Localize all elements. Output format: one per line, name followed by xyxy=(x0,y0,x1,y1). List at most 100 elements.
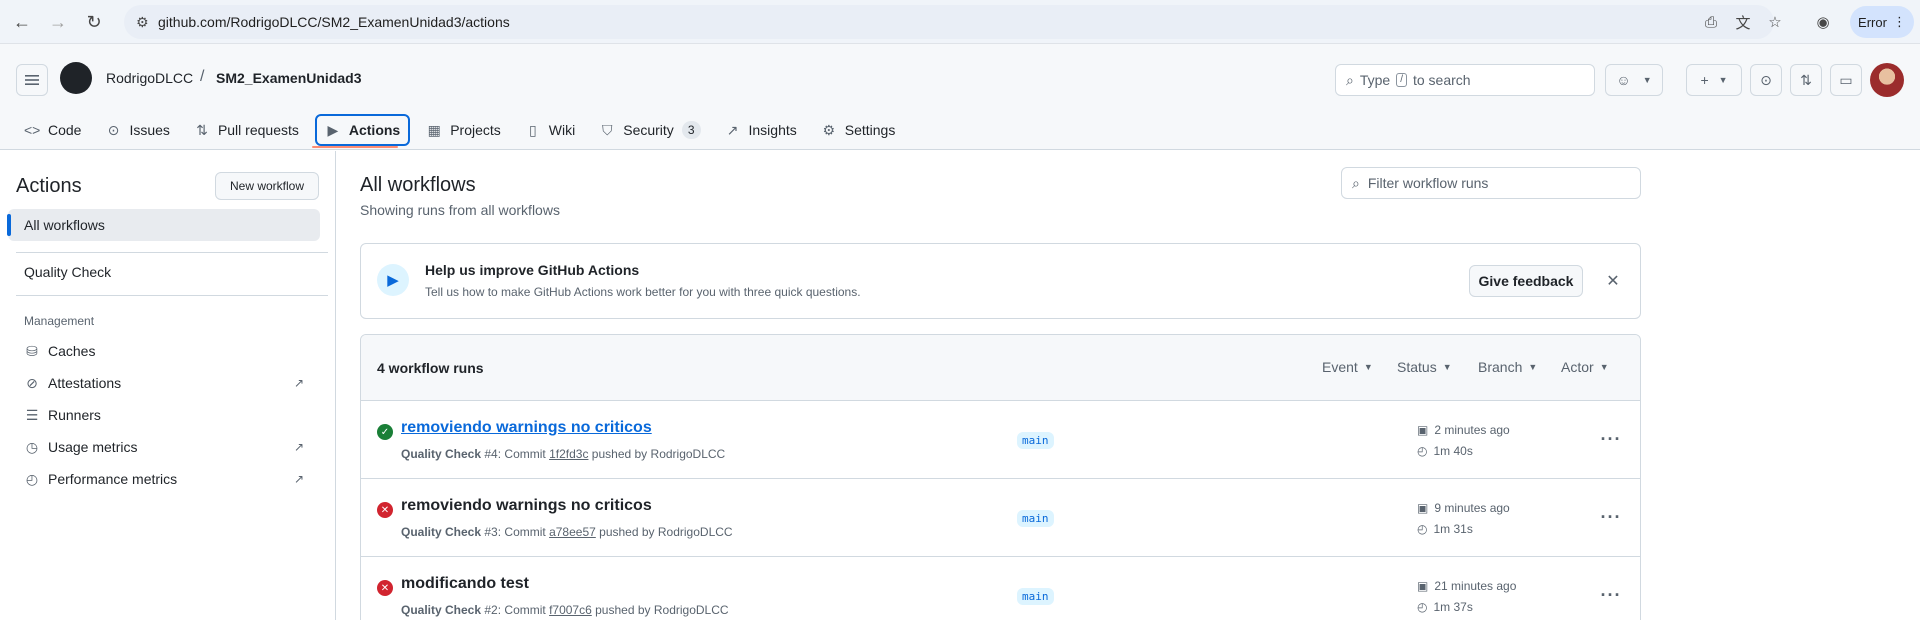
issues-header-icon[interactable]: ⊙ xyxy=(1750,64,1782,96)
breadcrumb-repo[interactable]: SM2_ExamenUnidad3 xyxy=(216,70,362,86)
run-title-link[interactable]: removiendo warnings no criticos xyxy=(401,497,652,515)
branch-badge[interactable]: main xyxy=(1017,588,1054,605)
run-author[interactable]: RodrigoDLCC xyxy=(658,525,733,539)
run-title-link[interactable]: modificando test xyxy=(401,575,529,593)
pull-requests-header-icon[interactable]: ⇅ xyxy=(1790,64,1822,96)
tab-actions[interactable]: ▶ Actions xyxy=(314,114,411,146)
play-icon: ▶ xyxy=(377,264,409,296)
sidebar-item-runners[interactable]: ☰ Runners xyxy=(8,399,320,431)
install-app-icon[interactable]: ⎙ xyxy=(1700,11,1722,33)
commit-sha-link[interactable]: 1f2fd3c xyxy=(549,447,588,461)
search-input[interactable]: ⌕ Type / to search xyxy=(1335,64,1595,96)
table-row[interactable]: ✕ modificando test Quality Check #2: Com… xyxy=(361,557,1640,620)
run-timestamp: ▣ 9 minutes ago xyxy=(1417,501,1510,515)
copilot-button[interactable]: ☺ ▼ xyxy=(1605,64,1663,96)
github-logo-icon[interactable] xyxy=(60,62,92,94)
bookmark-star-icon[interactable]: ☆ xyxy=(1764,11,1786,33)
calendar-icon: ▣ xyxy=(1417,423,1429,437)
run-timestamp: ▣ 21 minutes ago xyxy=(1417,579,1516,593)
table-row[interactable]: ✕ removiendo warnings no criticos Qualit… xyxy=(361,479,1640,557)
shield-icon: ⛉ xyxy=(601,121,613,138)
tab-settings[interactable]: ⚙ Settings xyxy=(813,114,904,146)
inbox-icon[interactable]: ▭ xyxy=(1830,64,1862,96)
tab-label: Pull requests xyxy=(217,122,299,138)
filter-status[interactable]: Status ▼ xyxy=(1397,359,1452,375)
branch-badge[interactable]: main xyxy=(1017,510,1054,527)
run-duration: ◴ 1m 37s xyxy=(1417,600,1473,614)
sidebar-item-usage-metrics[interactable]: ◷ Usage metrics ↗ xyxy=(8,431,320,463)
sidebar-item-label: Caches xyxy=(48,343,96,359)
page-title: All workflows xyxy=(360,174,476,196)
translate-icon[interactable]: 文 xyxy=(1732,11,1754,33)
tab-label: Projects xyxy=(450,122,501,138)
sidebar-item-all-workflows[interactable]: All workflows xyxy=(7,209,320,241)
address-bar[interactable]: ⚙ github.com/RodrigoDLCC/SM2_ExamenUnida… xyxy=(124,5,1774,39)
table-row[interactable]: ✓ removiendo warnings no criticos Qualit… xyxy=(361,401,1640,479)
commit-label: : Commit xyxy=(497,447,546,461)
tab-security[interactable]: ⛉ Security 3 xyxy=(591,114,708,146)
profile-error-button[interactable]: Error ⋮ xyxy=(1850,6,1914,38)
search-icon: ⌕ xyxy=(1352,174,1360,191)
external-link-icon: ↗ xyxy=(293,440,304,454)
back-arrow-icon[interactable]: ← xyxy=(10,10,34,34)
filter-event[interactable]: Event ▼ xyxy=(1322,359,1373,375)
breadcrumb-separator: / xyxy=(200,68,205,85)
filter-label: Event xyxy=(1322,359,1358,375)
kebab-menu-icon[interactable]: ··· xyxy=(1597,425,1625,453)
active-tab-underline xyxy=(312,146,398,148)
account-icon[interactable]: ◉ xyxy=(1812,11,1834,33)
reload-icon[interactable]: ↻ xyxy=(82,10,106,34)
filter-label: Actor xyxy=(1561,359,1594,375)
forward-arrow-icon[interactable]: → xyxy=(46,10,70,34)
new-workflow-button[interactable]: New workflow xyxy=(215,172,319,200)
close-icon[interactable]: ✕ xyxy=(1603,271,1623,291)
kebab-menu-icon[interactable]: ··· xyxy=(1597,581,1625,609)
sidebar-item-caches[interactable]: ⛁ Caches xyxy=(8,335,320,367)
breadcrumb-owner[interactable]: RodrigoDLCC xyxy=(106,70,193,86)
branch-badge[interactable]: main xyxy=(1017,432,1054,449)
filter-actor[interactable]: Actor ▼ xyxy=(1561,359,1609,375)
give-feedback-button[interactable]: Give feedback xyxy=(1469,265,1583,297)
run-meta: Quality Check #4: Commit 1f2fd3c pushed … xyxy=(401,447,725,461)
runs-list-header: 4 workflow runs Event ▼ Status ▼ Branch ▼ A… xyxy=(361,335,1640,401)
commit-sha-link[interactable]: a78ee57 xyxy=(549,525,596,539)
tab-wiki[interactable]: ▯ Wiki xyxy=(517,114,583,146)
run-meta: Quality Check #3: Commit a78ee57 pushed … xyxy=(401,525,733,539)
database-icon: ⛁ xyxy=(26,342,38,359)
sidebar-item-label: Runners xyxy=(48,407,101,423)
site-info-icon[interactable]: ⚙ xyxy=(124,14,154,31)
kebab-menu-icon[interactable]: ··· xyxy=(1597,503,1625,531)
filter-label: Branch xyxy=(1478,359,1523,375)
run-when: 2 minutes ago xyxy=(1434,423,1510,437)
tab-insights[interactable]: ↗ Insights xyxy=(717,114,805,146)
tab-pull-requests[interactable]: ⇅ Pull requests xyxy=(186,114,307,146)
create-new-button[interactable]: + ▼ xyxy=(1686,64,1742,96)
menu-icon[interactable] xyxy=(16,64,48,96)
sidebar-item-quality-check[interactable]: Quality Check xyxy=(8,256,320,288)
tab-label: Wiki xyxy=(548,122,576,138)
run-author[interactable]: RodrigoDLCC xyxy=(654,603,729,617)
run-author[interactable]: RodrigoDLCC xyxy=(651,447,726,461)
search-shortcut-key: / xyxy=(1396,73,1407,87)
external-link-icon: ↗ xyxy=(293,376,304,390)
filter-branch[interactable]: Branch ▼ xyxy=(1478,359,1537,375)
avatar[interactable] xyxy=(1870,63,1904,97)
tab-code[interactable]: <> Code xyxy=(16,114,89,146)
graph-icon: ↗ xyxy=(726,121,739,138)
tab-issues[interactable]: ⊙ Issues xyxy=(97,114,177,146)
browser-toolbar: ← → ↻ ⚙ github.com/RodrigoDLCC/SM2_Exame… xyxy=(0,0,1920,44)
sidebar-item-performance-metrics[interactable]: ◴ Performance metrics ↗ xyxy=(8,463,320,495)
sidebar-divider xyxy=(16,252,328,253)
github-header: RodrigoDLCC / SM2_ExamenUnidad3 ⌕ Type /… xyxy=(0,44,1920,150)
tab-projects[interactable]: ▦ Projects xyxy=(418,114,509,146)
sidebar-group-label: Management xyxy=(24,314,95,328)
search-icon: ⌕ xyxy=(1346,71,1354,88)
url-text: github.com/RodrigoDLCC/SM2_ExamenUnidad3… xyxy=(158,14,510,30)
stopwatch-icon: ◴ xyxy=(1417,522,1428,536)
filter-workflow-runs-input[interactable]: ⌕ Filter workflow runs xyxy=(1341,167,1641,199)
run-duration-value: 1m 40s xyxy=(1433,444,1473,458)
run-title-link[interactable]: removiendo warnings no criticos xyxy=(401,419,652,437)
commit-sha-link[interactable]: f7007c6 xyxy=(549,603,592,617)
run-when: 9 minutes ago xyxy=(1434,501,1510,515)
sidebar-item-attestations[interactable]: ⊘ Attestations ↗ xyxy=(8,367,320,399)
